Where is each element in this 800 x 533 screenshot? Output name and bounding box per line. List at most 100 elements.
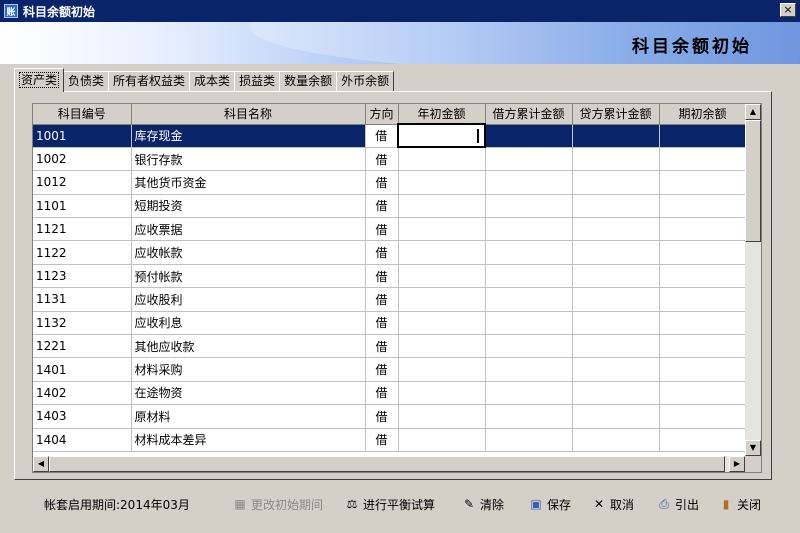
cell-code[interactable]: 1401	[33, 357, 132, 382]
cell-debit-total[interactable]	[485, 404, 573, 429]
cell-code[interactable]: 1404	[33, 428, 132, 452]
col-header-name[interactable]: 科目名称	[131, 104, 366, 125]
cell-opening-year[interactable]	[398, 170, 486, 195]
cell-credit-total[interactable]	[572, 334, 660, 359]
cell-direction[interactable]: 借	[365, 147, 399, 172]
cell-debit-total[interactable]	[485, 311, 573, 336]
cell-opening-year[interactable]	[398, 404, 486, 429]
cell-code[interactable]: 1402	[33, 381, 132, 406]
table-row[interactable]: 1221 其他应收款 借	[33, 334, 747, 359]
cell-opening-balance[interactable]	[659, 194, 747, 219]
cell-opening-balance[interactable]	[659, 428, 747, 452]
cell-debit-total[interactable]	[485, 381, 573, 406]
clear-button[interactable]: ✎ 清除	[461, 494, 504, 514]
cell-direction[interactable]: 借	[365, 381, 399, 406]
cell-opening-balance[interactable]	[659, 124, 747, 148]
cell-direction[interactable]: 借	[365, 124, 399, 148]
table-row[interactable]: 1123 预付帐款 借	[33, 264, 747, 289]
cell-code[interactable]: 1403	[33, 404, 132, 429]
cell-debit-total[interactable]	[485, 194, 573, 219]
cancel-button[interactable]: ✕ 取消	[591, 494, 634, 514]
cell-name[interactable]: 银行存款	[131, 147, 366, 172]
tab-assets[interactable]: 资产类	[14, 68, 65, 92]
cell-code[interactable]: 1131	[33, 287, 132, 312]
export-button[interactable]: ⎙ 引出	[656, 494, 699, 514]
cell-credit-total[interactable]	[572, 194, 660, 219]
cell-code[interactable]: 1123	[33, 264, 132, 289]
cell-name[interactable]: 其他货币资金	[131, 170, 366, 195]
cell-name[interactable]: 其他应收款	[131, 334, 366, 359]
change-period-button[interactable]: ▦ 更改初始期间	[232, 494, 323, 514]
scroll-left-icon[interactable]: ◀	[33, 456, 49, 472]
horizontal-scroll-thumb[interactable]	[49, 456, 725, 472]
table-row[interactable]: 1122 应收帐款 借	[33, 240, 747, 265]
cell-name[interactable]: 应收利息	[131, 311, 366, 336]
tab-cost[interactable]: 成本类	[189, 71, 236, 92]
tab-profit-loss[interactable]: 损益类	[234, 71, 281, 92]
cell-opening-year[interactable]	[398, 357, 486, 382]
col-header-debit-total[interactable]: 借方累计金额	[485, 104, 573, 125]
cell-direction[interactable]: 借	[365, 334, 399, 359]
cell-credit-total[interactable]	[572, 217, 660, 242]
cell-credit-total[interactable]	[572, 170, 660, 195]
cell-opening-year[interactable]	[398, 147, 486, 172]
cell-opening-year[interactable]	[398, 217, 486, 242]
cell-debit-total[interactable]	[485, 334, 573, 359]
horizontal-scrollbar[interactable]: ◀ ▶	[33, 456, 745, 472]
vertical-scrollbar[interactable]: ▲ ▼	[745, 104, 761, 456]
close-button[interactable]: ▮ 关闭	[718, 494, 761, 514]
cell-opening-year[interactable]	[398, 287, 486, 312]
col-header-code[interactable]: 科目编号	[33, 104, 132, 125]
cell-code[interactable]: 1001	[33, 124, 132, 148]
window-close-button[interactable]: ×	[780, 3, 796, 17]
cell-name[interactable]: 原材料	[131, 404, 366, 429]
scroll-up-icon[interactable]: ▲	[745, 104, 761, 120]
cell-opening-balance[interactable]	[659, 334, 747, 359]
cell-opening-year[interactable]	[398, 428, 486, 452]
cell-direction[interactable]: 借	[365, 404, 399, 429]
table-row[interactable]: 1403 原材料 借	[33, 404, 747, 429]
cell-debit-total[interactable]	[485, 240, 573, 265]
table-row[interactable]: 1121 应收票据 借	[33, 217, 747, 242]
cell-direction[interactable]: 借	[365, 194, 399, 219]
cell-direction[interactable]: 借	[365, 311, 399, 336]
cell-direction[interactable]: 借	[365, 240, 399, 265]
cell-opening-year-editor[interactable]	[397, 122, 486, 149]
cell-credit-total[interactable]	[572, 287, 660, 312]
cell-opening-balance[interactable]	[659, 404, 747, 429]
cell-name[interactable]: 短期投资	[131, 194, 366, 219]
col-header-opening-balance[interactable]: 期初余额	[659, 104, 747, 125]
cell-direction[interactable]: 借	[365, 264, 399, 289]
cell-code[interactable]: 1012	[33, 170, 132, 195]
cell-opening-year[interactable]	[398, 334, 486, 359]
cell-opening-balance[interactable]	[659, 170, 747, 195]
cell-opening-balance[interactable]	[659, 287, 747, 312]
cell-debit-total[interactable]	[485, 264, 573, 289]
tab-liabilities[interactable]: 负债类	[63, 71, 110, 92]
cell-name[interactable]: 应收股利	[131, 287, 366, 312]
cell-name[interactable]: 在途物资	[131, 381, 366, 406]
table-row[interactable]: 1131 应收股利 借	[33, 287, 747, 312]
cell-credit-total[interactable]	[572, 428, 660, 452]
cell-code[interactable]: 1221	[33, 334, 132, 359]
cell-credit-total[interactable]	[572, 147, 660, 172]
vertical-scroll-thumb[interactable]	[745, 120, 761, 242]
scroll-right-icon[interactable]: ▶	[729, 456, 745, 472]
table-row[interactable]: 1401 材料采购 借	[33, 357, 747, 382]
cell-credit-total[interactable]	[572, 311, 660, 336]
cell-credit-total[interactable]	[572, 240, 660, 265]
cell-name[interactable]: 材料成本差异	[131, 428, 366, 452]
cell-debit-total[interactable]	[485, 124, 573, 148]
cell-code[interactable]: 1122	[33, 240, 132, 265]
cell-name[interactable]: 材料采购	[131, 357, 366, 382]
col-header-credit-total[interactable]: 贷方累计金额	[572, 104, 660, 125]
save-button[interactable]: ▣ 保存	[528, 494, 571, 514]
cell-debit-total[interactable]	[485, 287, 573, 312]
cell-opening-year[interactable]	[398, 381, 486, 406]
cell-opening-year[interactable]	[398, 194, 486, 219]
table-row[interactable]: 1101 短期投资 借	[33, 194, 747, 219]
table-row[interactable]: 1001 库存现金 借	[33, 122, 747, 149]
cell-code[interactable]: 1002	[33, 147, 132, 172]
cell-direction[interactable]: 借	[365, 357, 399, 382]
cell-opening-balance[interactable]	[659, 217, 747, 242]
